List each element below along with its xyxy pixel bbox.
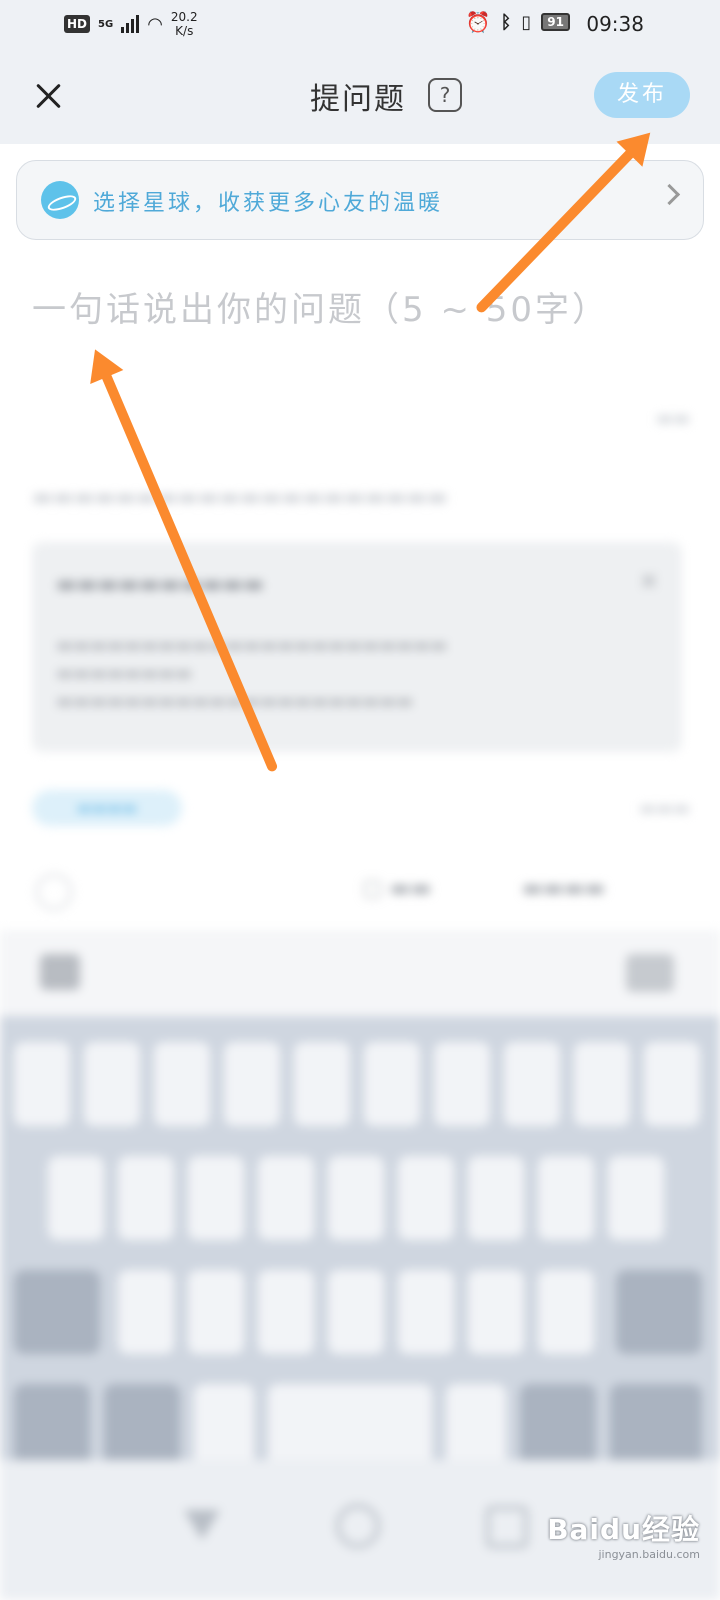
planet-icon xyxy=(41,181,79,219)
blurred-keyboard-icon xyxy=(626,954,674,992)
key xyxy=(84,1042,140,1126)
key xyxy=(434,1042,490,1126)
watermark-logo: Baidu经验 xyxy=(547,1513,700,1546)
close-icon[interactable] xyxy=(30,78,66,114)
back-icon xyxy=(184,1510,220,1540)
key xyxy=(468,1156,524,1240)
key xyxy=(14,1384,90,1468)
key xyxy=(188,1270,244,1354)
key xyxy=(14,1042,70,1126)
key xyxy=(328,1270,384,1354)
status-right-group: ⏰ ᛒ ▯ 91 xyxy=(466,10,570,34)
clock: 09:38 xyxy=(586,12,644,36)
key xyxy=(258,1156,314,1240)
blurred-keyboard-toolbar xyxy=(0,930,720,1016)
signal-icon xyxy=(121,15,140,33)
key xyxy=(616,1270,702,1354)
status-left-group: HD 5G ◠ 20.2 K/s xyxy=(64,10,198,38)
blurred-radio-icon xyxy=(36,874,72,910)
key xyxy=(504,1042,560,1126)
key xyxy=(194,1384,254,1468)
alarm-icon: ⏰ xyxy=(465,10,491,34)
key xyxy=(154,1042,210,1126)
blurred-tip-body: ▬▬▬▬▬▬▬▬▬▬▬▬▬▬▬▬▬▬▬▬▬▬▬ ▬▬▬▬▬▬▬▬ ▬▬▬▬▬▬▬▬▬… xyxy=(56,635,448,712)
blurred-tip-close-icon: ✕ xyxy=(639,570,658,595)
key xyxy=(118,1270,174,1354)
blurred-tip-box: ▬▬▬▬▬▬▬▬▬▬ ✕ ▬▬▬▬▬▬▬▬▬▬▬▬▬▬▬▬▬▬▬▬▬▬▬ ▬▬▬▬… xyxy=(32,542,682,752)
key xyxy=(118,1156,174,1240)
key xyxy=(294,1042,350,1126)
key xyxy=(104,1384,180,1468)
blurred-grid-icon xyxy=(40,954,80,990)
select-planet-banner[interactable]: 选择星球，收获更多心友的温暖 xyxy=(16,160,704,240)
question-input[interactable]: 一句话说出你的问题（5 ~ 50字） xyxy=(32,282,609,331)
speed-unit: K/s xyxy=(175,24,194,38)
planet-banner-text: 选择星球，收获更多心友的温暖 xyxy=(93,191,444,216)
vibrate-icon: ▯ xyxy=(521,11,532,33)
blurred-detail-field: ▬▬▬▬▬▬▬▬▬▬▬▬▬▬▬▬▬▬▬▬ xyxy=(32,485,448,510)
key xyxy=(520,1384,596,1468)
key xyxy=(188,1156,244,1240)
blurred-options-row: ▢ ▬▬ ▬▬▬▬ xyxy=(32,870,682,910)
key xyxy=(258,1270,314,1354)
wifi-icon: ◠ xyxy=(147,13,163,35)
blurred-tag-button: ▬▬▬▬ xyxy=(32,790,182,826)
key xyxy=(398,1270,454,1354)
recent-apps-icon xyxy=(486,1506,528,1548)
blurred-tag-count: ▬▬▬ xyxy=(638,798,690,819)
hd-badge: HD xyxy=(64,15,91,33)
key xyxy=(446,1384,506,1468)
key xyxy=(610,1384,702,1468)
battery-icon: 91 xyxy=(541,13,570,31)
key xyxy=(364,1042,420,1126)
key xyxy=(608,1156,664,1240)
key xyxy=(468,1270,524,1354)
baidu-watermark: Baidu经验 jingyan.baidu.com xyxy=(547,1508,700,1561)
home-icon xyxy=(336,1504,380,1548)
app-header: 提问题 ? 发布 xyxy=(0,48,720,144)
key xyxy=(538,1156,594,1240)
bluetooth-icon: ᛒ xyxy=(500,11,512,33)
key xyxy=(398,1156,454,1240)
blurred-anonymous-option: ▢ ▬▬ xyxy=(362,876,432,901)
key xyxy=(574,1042,630,1126)
key xyxy=(14,1270,100,1354)
key xyxy=(644,1042,700,1126)
speed-value: 20.2 xyxy=(170,10,198,24)
blurred-char-count: ▬▬ xyxy=(655,408,690,429)
chevron-right-icon xyxy=(658,183,681,206)
status-bar: HD 5G ◠ 20.2 K/s ⏰ ᛒ ▯ 91 09:38 xyxy=(0,0,720,48)
page-title: 提问题 xyxy=(310,82,406,117)
publish-button[interactable]: 发布 xyxy=(594,72,690,118)
network-speed: 20.2 K/s xyxy=(171,10,198,38)
blurred-background-content: ▬▬ ▬▬▬▬▬▬▬▬▬▬▬▬▬▬▬▬▬▬▬▬ ▬▬▬▬▬▬▬▬▬▬ ✕ ▬▬▬… xyxy=(0,330,720,1600)
watermark-url: jingyan.baidu.com xyxy=(598,1548,700,1561)
blurred-tip-title: ▬▬▬▬▬▬▬▬▬▬ xyxy=(56,572,264,597)
key xyxy=(224,1042,280,1126)
key xyxy=(48,1156,104,1240)
5g-label: 5G xyxy=(98,18,114,30)
key xyxy=(268,1384,432,1468)
key xyxy=(538,1270,594,1354)
key xyxy=(328,1156,384,1240)
blurred-sync-option: ▬▬▬▬ xyxy=(522,876,606,901)
help-button[interactable]: ? xyxy=(428,78,462,112)
